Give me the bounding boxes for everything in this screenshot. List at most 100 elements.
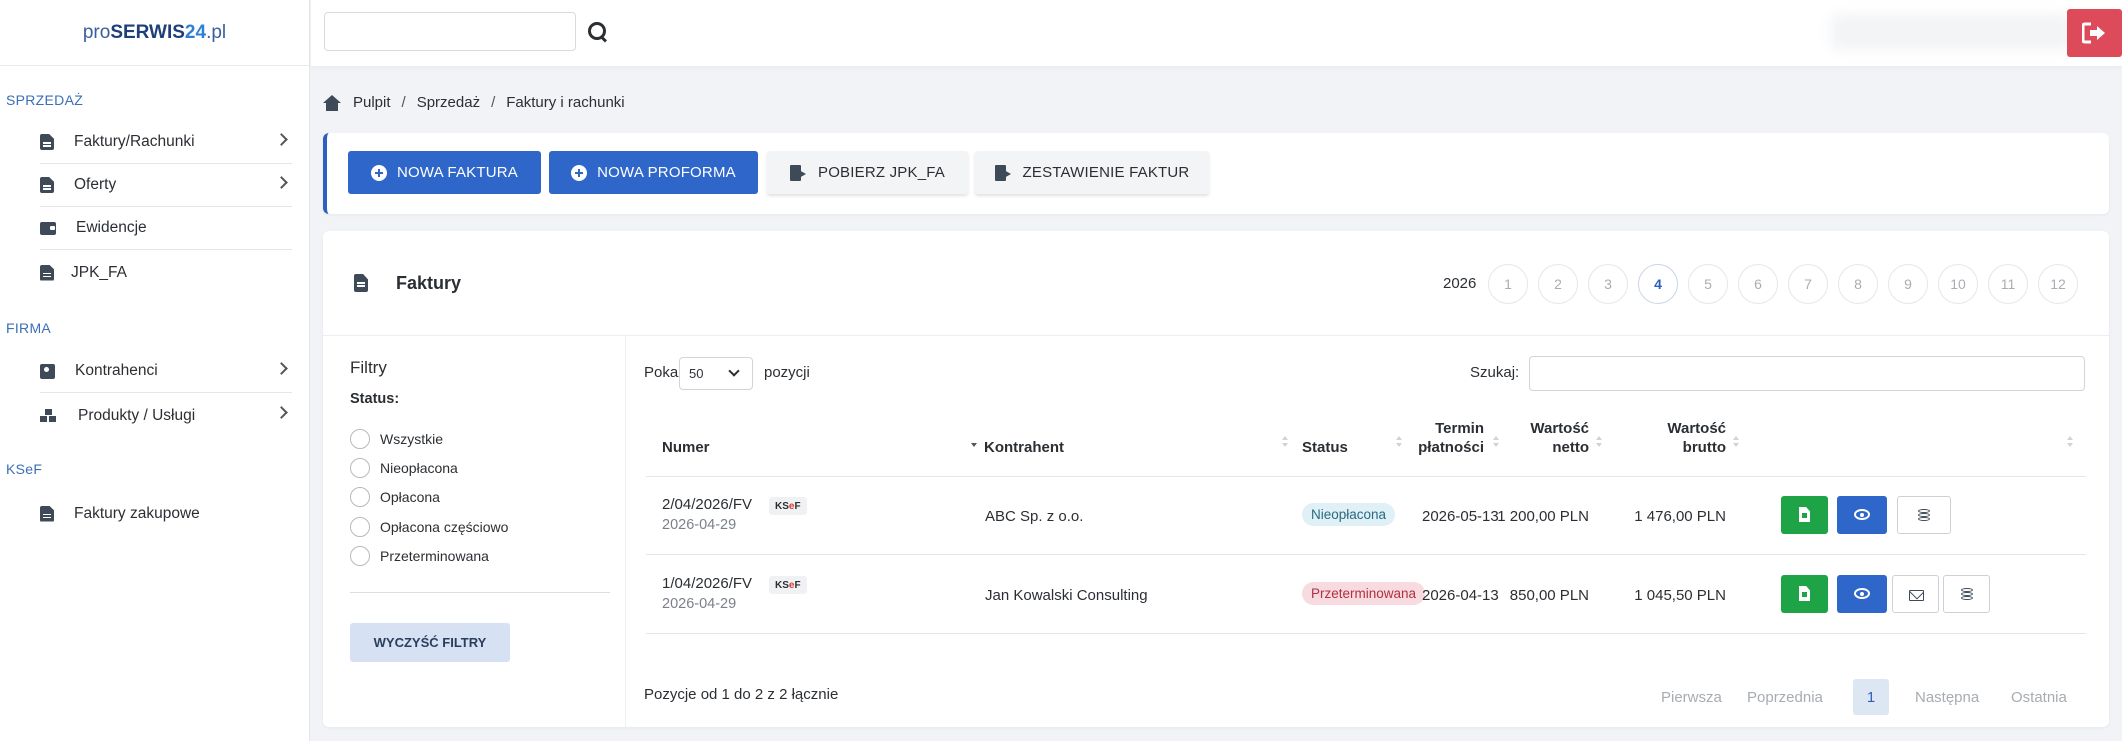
column-header-due-date[interactable]: Termin płatności [1404,419,1484,457]
payment-button[interactable] [1897,496,1951,534]
invoice-date: 2026-04-29 [662,517,737,533]
sort-icon[interactable] [1396,436,1402,448]
sidebar-item-jpk-fa[interactable]: JPK_FA [40,251,292,294]
month-button-9[interactable]: 9 [1888,264,1928,304]
clear-filters-button[interactable]: WYCZYŚĆ FILTRY [350,623,510,662]
envelope-icon [1909,590,1924,601]
pagination-last[interactable]: Ostatnia [2011,679,2067,715]
sidebar-item-records[interactable]: Ewidencje [40,207,292,250]
preview-button[interactable] [1837,575,1887,613]
file-pdf-icon [1799,507,1810,522]
download-jpk-button[interactable]: POBIERZ JPK_FA [767,151,968,194]
payment-button[interactable] [1943,575,1990,613]
column-header-contractor[interactable]: Kontrahent [984,438,1064,457]
contractor-name: ABC Sp. z o.o. [985,508,1084,525]
action-bar: NOWA FAKTURA NOWA PROFORMA POBIERZ JPK_F… [323,133,2109,214]
radio-button[interactable] [350,546,370,566]
month-button-3[interactable]: 3 [1588,264,1628,304]
table-search-label: Szukaj: [1470,364,1520,381]
invoice-number[interactable]: 1/04/2026/FV [662,575,752,592]
logout-button[interactable] [2067,9,2122,57]
filters-divider [350,592,610,593]
section-label-sales: SPRZEDAŻ [6,92,84,108]
radio-button[interactable] [350,458,370,478]
table-search-input[interactable] [1529,356,2085,391]
sidebar-item-invoices[interactable]: Faktury/Rachunki [40,121,292,164]
month-button-2[interactable]: 2 [1538,264,1578,304]
breadcrumb-home[interactable]: Pulpit [353,94,391,111]
sidebar-item-offers[interactable]: Oferty [40,164,292,207]
filter-option-paid[interactable]: Opłacona [350,487,440,507]
new-invoice-button[interactable]: NOWA FAKTURA [348,151,541,194]
ksef-badge: KSeF [769,497,807,515]
pagination-page-1[interactable]: 1 [1853,679,1889,715]
column-header-gross-value[interactable]: Wartość brutto [1646,419,1726,457]
sidebar-item-products[interactable]: Produkty / Usługi [40,394,292,437]
sidebar-item-label: Ewidencje [76,219,147,236]
app-logo[interactable]: pro SERWIS 24 .pl [0,0,309,66]
column-header-number[interactable]: Numer [662,438,710,457]
home-icon[interactable] [323,94,341,111]
month-button-7[interactable]: 7 [1788,264,1828,304]
section-label-ksef-text: KSeF [6,461,43,477]
month-button-5[interactable]: 5 [1688,264,1728,304]
invoice-summary-button[interactable]: ZESTAWIENIE FAKTUR [975,151,1209,194]
new-proforma-button[interactable]: NOWA PROFORMA [549,151,758,194]
breadcrumb-sales[interactable]: Sprzedaż [417,94,480,111]
file-export-icon [789,164,807,181]
invoices-card: Faktury 2026 1 2 3 4 5 6 7 8 9 10 11 12 … [323,231,2109,727]
filter-option-overdue[interactable]: Przeterminowana [350,546,489,566]
month-button-11[interactable]: 11 [1988,264,2028,304]
net-value: 1 200,00 PLN [1497,508,1589,525]
user-menu[interactable] [1831,14,2071,50]
page-size-value: 50 [689,366,704,381]
search-icon[interactable] [587,21,609,43]
invoice-number[interactable]: 2/04/2026/FV [662,496,752,513]
chevron-right-icon [275,133,288,146]
column-header-net-value[interactable]: Wartość netto [1511,419,1589,457]
chevron-right-icon [275,176,288,189]
sort-icon[interactable] [1596,436,1602,448]
radio-button[interactable] [350,517,370,537]
sort-icon[interactable] [1282,436,1288,448]
eye-icon [1854,509,1870,520]
pagination-first[interactable]: Pierwsza [1661,679,1722,715]
status-badge: Nieopłacona [1302,503,1396,526]
month-button-10[interactable]: 10 [1938,264,1978,304]
sort-icon[interactable] [1733,436,1739,448]
header-line: Wartość [1530,420,1589,437]
column-header-status[interactable]: Status [1302,438,1348,457]
month-button-1[interactable]: 1 [1488,264,1528,304]
month-button-12[interactable]: 12 [2038,264,2078,304]
page-size-select[interactable]: 50 [679,357,753,390]
filter-option-all[interactable]: Wszystkie [350,429,443,449]
sort-desc-icon[interactable] [971,436,977,448]
pagination-previous[interactable]: Poprzednia [1747,679,1823,715]
download-pdf-button[interactable] [1781,496,1828,534]
coins-icon [1918,509,1932,523]
section-label-company: FIRMA [6,320,52,336]
new-proforma-label: NOWA PROFORMA [597,164,736,181]
global-search-input[interactable] [324,12,576,51]
radio-button[interactable] [350,487,370,507]
header-line: Termin [1435,420,1484,437]
invoice-summary-label: ZESTAWIENIE FAKTUR [1022,164,1190,181]
sort-icon[interactable] [1493,436,1499,448]
ksef-badge-k: KS [775,501,789,512]
send-email-button[interactable] [1892,575,1939,613]
sidebar-item-purchase-invoices[interactable]: Faktury zakupowe [40,492,292,535]
preview-button[interactable] [1837,496,1887,534]
filter-option-unpaid[interactable]: Nieopłacona [350,458,458,478]
pagination-next[interactable]: Następna [1915,679,1979,715]
file-pdf-icon [1799,586,1810,601]
filter-option-partially-paid[interactable]: Opłacona częściowo [350,517,508,537]
sort-icon[interactable] [2067,436,2073,448]
download-pdf-button[interactable] [1781,575,1828,613]
month-button-4[interactable]: 4 [1638,264,1678,304]
month-button-6[interactable]: 6 [1738,264,1778,304]
sidebar-item-contractors[interactable]: Kontrahenci [40,350,292,393]
plus-circle-icon [571,164,588,181]
radio-button[interactable] [350,429,370,449]
logo-text-pre: pro [82,21,111,43]
month-button-8[interactable]: 8 [1838,264,1878,304]
